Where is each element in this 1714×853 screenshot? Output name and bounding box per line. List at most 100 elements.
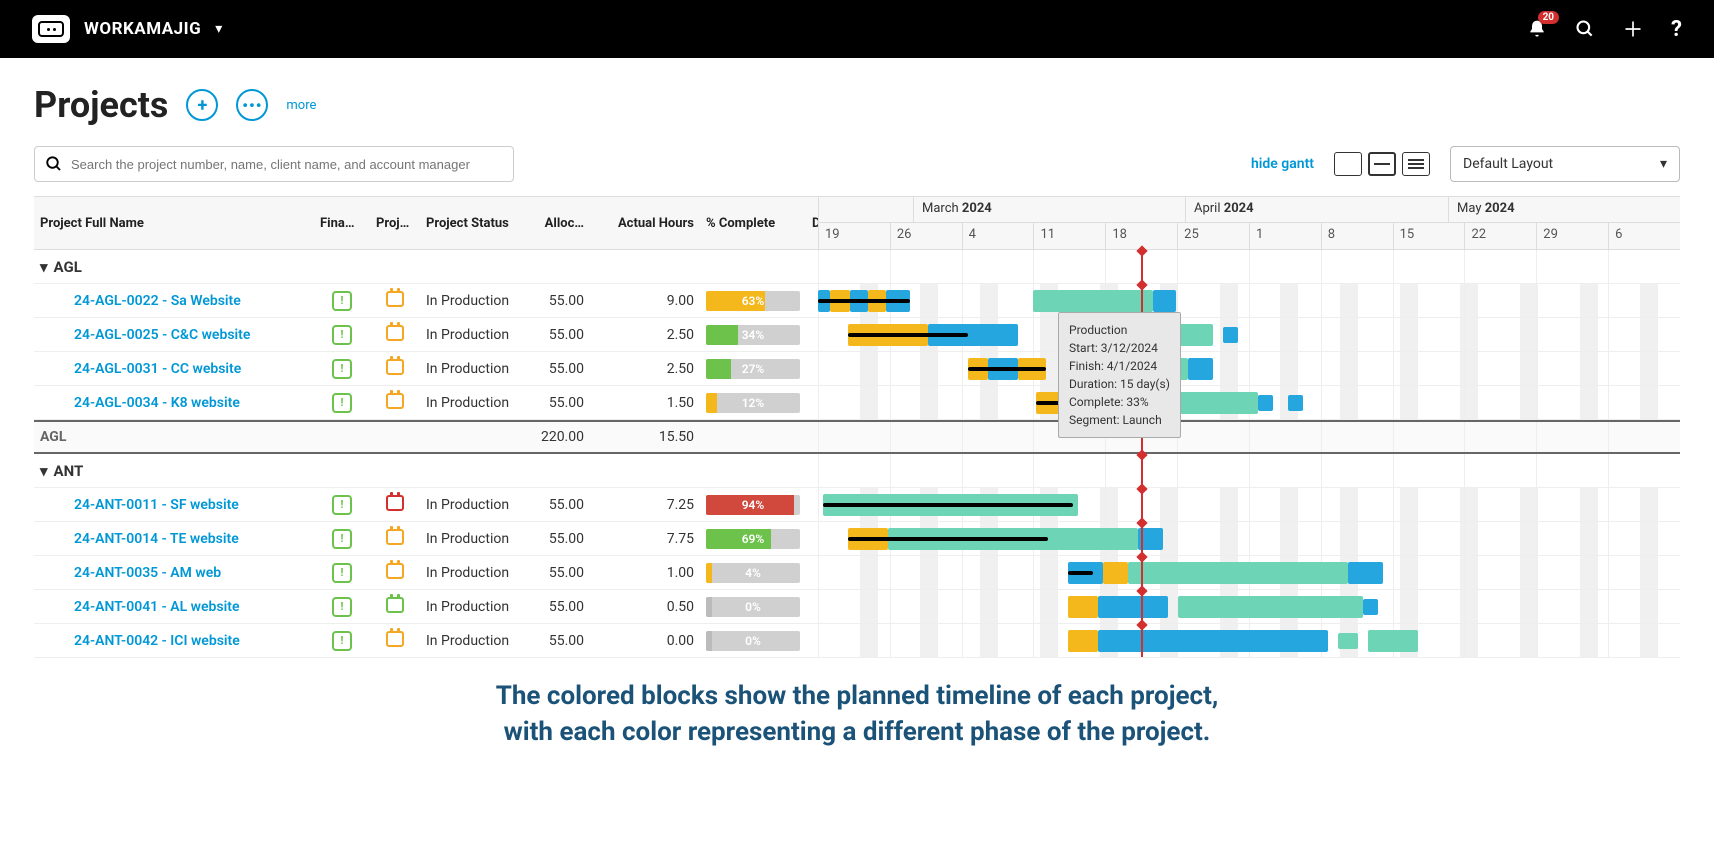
financial-status-icon[interactable]: ! — [332, 631, 352, 651]
project-health-icon[interactable] — [386, 597, 404, 613]
view-list-icon[interactable] — [1402, 152, 1430, 176]
layout-select-value: Default Layout — [1463, 156, 1553, 172]
project-health-icon[interactable] — [386, 631, 404, 647]
project-status: In Production — [420, 559, 530, 587]
gantt-bar[interactable] — [1258, 395, 1273, 411]
project-name-link[interactable]: 24-AGL-0031 - CC website — [34, 355, 314, 383]
search-input[interactable] — [71, 157, 503, 172]
financial-status-icon[interactable]: ! — [332, 359, 352, 379]
gantt-bar[interactable] — [1178, 596, 1363, 618]
project-health-icon[interactable] — [386, 325, 404, 341]
gantt-bar[interactable] — [1363, 599, 1378, 615]
project-name-link[interactable]: 24-ANT-0042 - ICI website — [34, 627, 314, 655]
project-name-link[interactable]: 24-AGL-0022 - Sa Website — [34, 287, 314, 315]
project-status: In Production — [420, 525, 530, 553]
actual-hours: 1.50 — [590, 389, 700, 417]
project-row: 24-AGL-0031 - CC website!In Production55… — [34, 352, 1680, 386]
gantt-bar[interactable] — [1368, 630, 1418, 652]
month-cell: March 2024 — [913, 197, 1185, 222]
actual-hours: 1.00 — [590, 559, 700, 587]
group-row[interactable]: ▾ AGL — [34, 250, 1680, 284]
financial-status-icon[interactable]: ! — [332, 291, 352, 311]
notifications-icon[interactable]: 20 — [1527, 19, 1547, 39]
project-health-icon[interactable] — [386, 495, 404, 511]
caption: The colored blocks show the planned time… — [0, 658, 1714, 771]
group-name: ANT — [54, 462, 84, 480]
gantt-bar[interactable] — [1103, 562, 1128, 584]
project-health-icon[interactable] — [386, 563, 404, 579]
caption-line2: with each color representing a different… — [40, 714, 1674, 750]
actual-hours: 0.50 — [590, 593, 700, 621]
project-name-link[interactable]: 24-ANT-0011 - SF website — [34, 491, 314, 519]
top-actions: 20 ? — [1527, 17, 1682, 42]
project-name-link[interactable]: 24-AGL-0034 - K8 website — [34, 389, 314, 417]
gantt-bar[interactable] — [1068, 630, 1098, 652]
col-header-proj[interactable]: Proj… — [370, 206, 420, 241]
group-row[interactable]: ▾ ANT — [34, 454, 1680, 488]
project-status: In Production — [420, 355, 530, 383]
gantt-bar[interactable] — [1153, 290, 1176, 312]
top-bar: WORKAMAJIG ▾ 20 ? — [0, 0, 1714, 58]
add-project-button[interactable]: + — [186, 89, 218, 121]
financial-status-icon[interactable]: ! — [332, 325, 352, 345]
toolbar: hide gantt Default Layout ▾ — [0, 136, 1714, 196]
more-actions-button[interactable]: ••• — [236, 89, 268, 121]
project-health-icon[interactable] — [386, 529, 404, 545]
financial-status-icon[interactable]: ! — [332, 495, 352, 515]
project-name-link[interactable]: 24-ANT-0014 - TE website — [34, 525, 314, 553]
gantt-bar[interactable] — [1098, 596, 1168, 618]
gantt-bar[interactable] — [1068, 596, 1098, 618]
gantt-bar[interactable] — [1098, 630, 1328, 652]
allocated-hours: 55.00 — [530, 321, 590, 349]
gantt-bar[interactable] — [1288, 395, 1303, 411]
hide-gantt-link[interactable]: hide gantt — [1251, 156, 1314, 172]
col-header-d[interactable]: D — [806, 206, 818, 241]
view-card-icon[interactable] — [1334, 152, 1362, 176]
gantt-bar[interactable] — [1188, 358, 1213, 380]
brand-area[interactable]: WORKAMAJIG ▾ — [32, 15, 222, 43]
chevron-down-icon[interactable]: ▾ — [40, 258, 48, 276]
project-name-link[interactable]: 24-AGL-0025 - C&C website — [34, 321, 314, 349]
financial-status-icon[interactable]: ! — [332, 529, 352, 549]
col-header-name[interactable]: Project Full Name — [34, 206, 314, 241]
add-icon[interactable] — [1623, 19, 1643, 39]
grid-header: Project Full Name Fina… Proj… Project St… — [34, 197, 1680, 250]
gantt-bar[interactable] — [1223, 327, 1238, 343]
project-name-link[interactable]: 24-ANT-0041 - AL website — [34, 593, 314, 621]
progress-line — [848, 333, 968, 337]
project-name-link[interactable]: 24-ANT-0035 - AM web — [34, 559, 314, 587]
month-cell: April 2024 — [1185, 197, 1448, 222]
help-icon[interactable]: ? — [1671, 17, 1682, 42]
allocated-hours: 55.00 — [530, 627, 590, 655]
project-health-icon[interactable] — [386, 359, 404, 375]
financial-status-icon[interactable]: ! — [332, 597, 352, 617]
col-header-fina[interactable]: Fina… — [314, 206, 370, 241]
view-gantt-icon[interactable] — [1368, 152, 1396, 176]
col-header-alloc[interactable]: Alloc… — [530, 206, 590, 241]
week-cell: 25 — [1177, 223, 1249, 249]
search-box[interactable] — [34, 146, 514, 182]
actual-hours: 7.25 — [590, 491, 700, 519]
project-health-icon[interactable] — [386, 393, 404, 409]
gantt-bar[interactable] — [1033, 290, 1153, 312]
timeline-header: March 2024April 2024May 2024 19264111825… — [818, 197, 1680, 249]
group-name: AGL — [54, 258, 82, 276]
gantt-bar[interactable] — [1348, 562, 1383, 584]
search-icon[interactable] — [1575, 19, 1595, 39]
week-cell: 15 — [1393, 223, 1465, 249]
project-health-icon[interactable] — [386, 291, 404, 307]
layout-select[interactable]: Default Layout ▾ — [1450, 146, 1680, 182]
gantt-bar[interactable] — [1338, 633, 1358, 649]
project-status: In Production — [420, 389, 530, 417]
chevron-down-icon[interactable]: ▾ — [215, 21, 222, 37]
more-link[interactable]: more — [286, 98, 316, 113]
gantt-bar[interactable] — [1128, 562, 1348, 584]
chevron-down-icon[interactable]: ▾ — [40, 462, 48, 480]
col-header-hours[interactable]: Actual Hours — [590, 206, 700, 241]
financial-status-icon[interactable]: ! — [332, 393, 352, 413]
col-header-status[interactable]: Project Status — [420, 206, 530, 241]
allocated-hours: 55.00 — [530, 287, 590, 315]
subtotal-alloc: 220.00 — [530, 423, 590, 451]
col-header-complete[interactable]: % Complete — [700, 206, 806, 241]
financial-status-icon[interactable]: ! — [332, 563, 352, 583]
